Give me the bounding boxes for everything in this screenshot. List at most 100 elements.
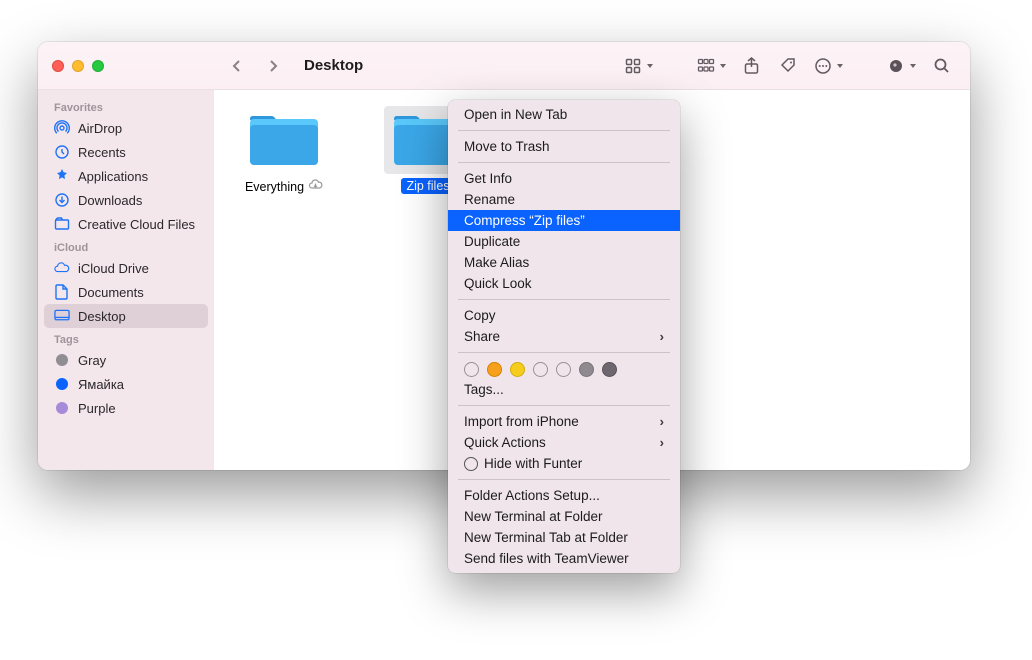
submenu-arrow-icon: › [660,329,664,344]
desktop-icon [54,308,70,324]
sidebar-item-label: AirDrop [78,121,122,136]
window-title: Desktop [304,57,363,74]
sidebar-item-label: Gray [78,353,106,368]
menu-tag-row [448,358,680,379]
close-window-button[interactable] [52,60,64,72]
share-button[interactable] [734,53,768,79]
settings-button[interactable] [883,53,920,79]
menu-item-quick-actions[interactable]: Quick Actions› [448,432,680,453]
window-controls [38,60,214,72]
tag-color-0[interactable] [464,362,479,377]
menu-item-label: Import from iPhone [464,414,579,429]
menu-item-copy[interactable]: Copy [448,305,680,326]
menu-item-duplicate[interactable]: Duplicate [448,231,680,252]
menu-item-label: Rename [464,192,515,207]
folder-icon [240,106,328,174]
sidebar: Favorites AirDrop Recents Applications Downl… [38,90,214,470]
sidebar-item-purple[interactable]: Purple [44,396,208,420]
tag-color-4[interactable] [556,362,571,377]
menu-item-open-in-new-tab[interactable]: Open in New Tab [448,104,680,125]
funter-icon [464,457,478,471]
menu-item-share[interactable]: Share › [448,326,680,347]
menu-item-import-from-iphone[interactable]: Import from iPhone › [448,411,680,432]
menu-item-new-terminal-tab-at-folder[interactable]: New Terminal Tab at Folder [448,527,680,548]
folder-label: Zip files [401,178,454,194]
sidebar-item-gray[interactable]: Gray [44,348,208,372]
sidebar-item-recents[interactable]: Recents [44,140,208,164]
sidebar-section-tags: Tags [44,328,208,348]
menu-item-hide-with-funter[interactable]: Hide with Funter [448,453,680,474]
view-mode-button[interactable] [620,53,657,79]
tag-color-1[interactable] [487,362,502,377]
documents-icon [54,284,70,300]
menu-separator [458,162,670,163]
back-button[interactable] [220,53,254,79]
menu-item-folder-actions-setup-[interactable]: Folder Actions Setup... [448,485,680,506]
tag-dot-icon [54,400,70,416]
menu-item-label: Send files with TeamViewer [464,551,629,566]
folder-everything[interactable]: Everything [232,106,336,195]
menu-item-label: Get Info [464,171,512,186]
sidebar-item-desktop[interactable]: Desktop [44,304,208,328]
tag-color-3[interactable] [533,362,548,377]
tag-dot-icon [54,352,70,368]
menu-item-label: Duplicate [464,234,520,249]
sidebar-item-label: Documents [78,285,144,300]
sidebar-item-applications[interactable]: Applications [44,164,208,188]
sidebar-item-downloads[interactable]: Downloads [44,188,208,212]
minimize-window-button[interactable] [72,60,84,72]
sidebar-item-label: Creative Cloud Files [78,217,195,232]
downloads-icon [54,192,70,208]
menu-item-tags-[interactable]: Tags... [448,379,680,400]
creative-cloud-files-icon [54,216,70,232]
menu-item-compress-zip-files-[interactable]: Compress “Zip files” [448,210,680,231]
menu-item-label: Copy [464,308,496,323]
sidebar-item-icloud-drive[interactable]: iCloud Drive [44,256,208,280]
cloud-download-icon [308,179,323,194]
sidebar-item-label: Ямайка [78,377,124,392]
menu-item-make-alias[interactable]: Make Alias [448,252,680,273]
submenu-arrow-icon: › [660,414,664,429]
recents-icon [54,144,70,160]
group-by-button[interactable] [693,53,730,79]
menu-item-send-files-with-teamviewer[interactable]: Send files with TeamViewer [448,548,680,569]
menu-item-label: Make Alias [464,255,529,270]
sidebar-item-label: Recents [78,145,126,160]
sidebar-item-label: Desktop [78,309,126,324]
menu-item-label: New Terminal Tab at Folder [464,530,628,545]
menu-item-get-info[interactable]: Get Info [448,168,680,189]
zoom-window-button[interactable] [92,60,104,72]
sidebar-section-icloud: iCloud [44,236,208,256]
tags-button[interactable] [772,53,806,79]
tag-dot-icon [54,376,70,392]
menu-separator [458,130,670,131]
menu-separator [458,405,670,406]
menu-item-rename[interactable]: Rename [448,189,680,210]
sidebar-item-label: Applications [78,169,148,184]
context-menu: Open in New Tab Move to Trash Get Info Rena… [448,100,680,573]
menu-item-quick-look[interactable]: Quick Look [448,273,680,294]
menu-item-label: Move to Trash [464,139,550,154]
menu-item-new-terminal-at-folder[interactable]: New Terminal at Folder [448,506,680,527]
sidebar-item-creative-cloud-files[interactable]: Creative Cloud Files [44,212,208,236]
menu-item-label: Folder Actions Setup... [464,488,600,503]
tag-color-2[interactable] [510,362,525,377]
menu-item-label: Quick Actions [464,435,546,450]
forward-button[interactable] [256,53,290,79]
menu-item-label: Share [464,329,500,344]
action-menu-button[interactable] [810,53,847,79]
sidebar-item-label: Downloads [78,193,142,208]
search-button[interactable] [924,53,958,79]
sidebar-item-ямайка[interactable]: Ямайка [44,372,208,396]
tag-color-6[interactable] [602,362,617,377]
menu-item-move-to-trash[interactable]: Move to Trash [448,136,680,157]
menu-separator [458,479,670,480]
sidebar-item-airdrop[interactable]: AirDrop [44,116,208,140]
applications-icon [54,168,70,184]
folder-label: Everything [240,178,328,195]
sidebar-item-documents[interactable]: Documents [44,280,208,304]
icloud-drive-icon [54,260,70,276]
tag-color-5[interactable] [579,362,594,377]
titlebar: Desktop [38,42,970,90]
sidebar-section-favorites: Favorites [44,96,208,116]
